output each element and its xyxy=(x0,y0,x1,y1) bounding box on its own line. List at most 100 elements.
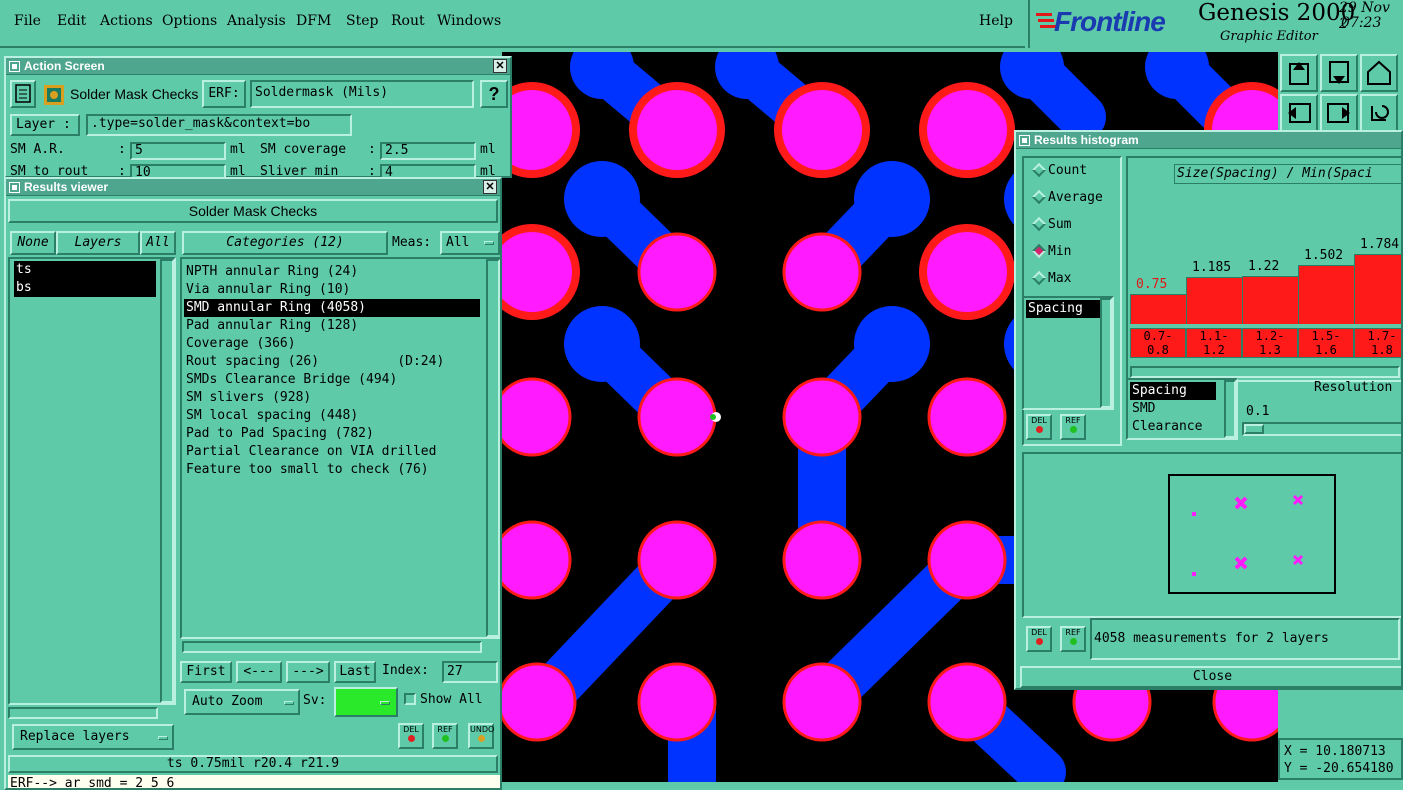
measure-item-spacing[interactable]: Spacing xyxy=(1026,300,1100,318)
menu-dfm[interactable]: DFM xyxy=(296,13,331,29)
category-item[interactable]: SM local spacing (448) xyxy=(184,407,480,425)
categories-hscroll[interactable] xyxy=(182,641,482,653)
results-viewer-titlebar[interactable]: Results viewer ✕ xyxy=(6,179,500,196)
document-icon xyxy=(15,84,31,103)
undo-button[interactable]: UNDO xyxy=(468,723,494,749)
menu-step[interactable]: Step xyxy=(346,13,378,29)
param-sm-ar-field[interactable]: 5 xyxy=(130,142,226,160)
sv-label: Sv: xyxy=(303,693,327,708)
close-button[interactable]: Close xyxy=(1020,666,1401,688)
hist-ref-button[interactable]: REF xyxy=(1060,414,1086,440)
replace-layers-dropdown[interactable]: Replace layers xyxy=(12,724,174,750)
categories-scrollbar[interactable] xyxy=(486,259,500,637)
histogram-bar[interactable] xyxy=(1130,294,1186,324)
histogram-bar[interactable] xyxy=(1354,254,1401,324)
attr-item-clearance[interactable]: Clearance xyxy=(1130,418,1202,436)
window-menu-icon[interactable] xyxy=(9,182,20,193)
menu-file[interactable]: File xyxy=(14,13,41,29)
del-button[interactable]: DEL xyxy=(398,723,424,749)
categories-button[interactable]: Categories (12) xyxy=(182,231,388,255)
hist-del-button[interactable]: DEL xyxy=(1026,414,1052,440)
meas-dropdown[interactable]: All xyxy=(440,231,500,255)
category-item[interactable]: SM slivers (928) xyxy=(184,389,480,407)
category-item[interactable]: Pad to Pad Spacing (782) xyxy=(184,425,480,443)
category-item[interactable]: SMD annular Ring (4058) xyxy=(184,299,480,317)
erf-field[interactable]: Soldermask (Mils) xyxy=(250,80,474,108)
prev-button[interactable]: <--- xyxy=(236,661,282,683)
erf-button[interactable]: ERF: xyxy=(202,80,246,108)
category-item[interactable]: Pad annular Ring (128) xyxy=(184,317,480,335)
menu-actions[interactable]: Actions xyxy=(100,13,153,29)
window-menu-icon[interactable] xyxy=(1019,135,1030,146)
nav-down-button[interactable] xyxy=(1320,54,1358,92)
param-sep: : xyxy=(368,142,376,157)
nav-up-button[interactable] xyxy=(1280,54,1318,92)
help-button[interactable]: ? xyxy=(480,80,508,108)
layer-button[interactable]: Layer : xyxy=(10,114,80,136)
nav-home-button[interactable] xyxy=(1360,54,1398,92)
mode-radio-max[interactable]: Max xyxy=(1030,268,1120,290)
action-screen-titlebar[interactable]: Action Screen ✕ xyxy=(6,58,510,75)
mode-radio-count[interactable]: Count xyxy=(1030,160,1120,182)
mode-radio-min[interactable]: Min xyxy=(1030,241,1120,263)
attr-item-spacing[interactable]: Spacing xyxy=(1130,382,1216,400)
nav-rotate-button[interactable] xyxy=(1360,94,1398,132)
next-button[interactable]: ---> xyxy=(286,661,330,683)
layers-list[interactable]: ts bs xyxy=(8,257,176,705)
close-icon[interactable]: ✕ xyxy=(483,180,497,194)
menu-rout[interactable]: Rout xyxy=(391,13,425,29)
category-item[interactable]: Rout spacing (26) (D:24) xyxy=(184,353,480,371)
menu-edit[interactable]: Edit xyxy=(57,13,86,29)
index-field[interactable]: 27 xyxy=(442,661,498,683)
histogram-bar[interactable] xyxy=(1242,276,1298,324)
ref-button[interactable]: REF xyxy=(432,723,458,749)
nav-left-button[interactable] xyxy=(1280,94,1318,132)
category-item[interactable]: NPTH annular Ring (24) xyxy=(184,263,480,281)
list-button[interactable] xyxy=(10,80,36,108)
category-item[interactable]: Partial Clearance on VIA drilled xyxy=(184,443,480,461)
close-icon[interactable]: ✕ xyxy=(493,59,507,73)
layer-field[interactable]: .type=solder_mask&context=bo xyxy=(86,114,352,136)
menu-options[interactable]: Options xyxy=(162,13,217,29)
none-button[interactable]: None xyxy=(10,231,56,255)
bin-label: 1.1- 1.2 xyxy=(1186,328,1242,358)
mode-radio-sum[interactable]: Sum xyxy=(1030,214,1120,236)
last-button[interactable]: Last xyxy=(334,661,376,683)
auto-zoom-dropdown[interactable]: Auto Zoom xyxy=(184,689,300,715)
param-sm-coverage-field[interactable]: 2.5 xyxy=(380,142,476,160)
layer-item-ts[interactable]: ts xyxy=(14,261,156,279)
menu-help[interactable]: Help xyxy=(979,13,1013,29)
show-all-checkbox[interactable] xyxy=(404,693,416,705)
layers-scrollbar[interactable] xyxy=(160,259,174,703)
nav-right-button[interactable] xyxy=(1320,94,1358,132)
attr-list[interactable]: Spacing SMD Clearance xyxy=(1126,378,1238,440)
measure-scrollbar[interactable] xyxy=(1100,298,1112,408)
sv-dropdown[interactable] xyxy=(334,687,398,717)
menu-analysis[interactable]: Analysis xyxy=(227,13,286,29)
category-item[interactable]: Via annular Ring (10) xyxy=(184,281,480,299)
categories-list[interactable]: NPTH annular Ring (24) Via annular Ring (… xyxy=(180,257,500,639)
menu-windows[interactable]: Windows xyxy=(437,13,501,29)
mode-radio-average[interactable]: Average xyxy=(1030,187,1120,209)
hist-del-button-2[interactable]: DEL xyxy=(1026,626,1052,652)
histogram-bar[interactable] xyxy=(1186,277,1242,324)
results-viewer-window: Results viewer ✕ Solder Mask Checks None… xyxy=(4,177,502,790)
layer-item-bs[interactable]: bs xyxy=(14,279,156,297)
hist-ref-button-2[interactable]: REF xyxy=(1060,626,1086,652)
category-item[interactable]: Feature too small to check (76) xyxy=(184,461,480,479)
histogram-titlebar[interactable]: Results histogram xyxy=(1016,132,1401,149)
category-item[interactable]: SMDs Clearance Bridge (494) xyxy=(184,371,480,389)
attr-item-smd[interactable]: SMD xyxy=(1130,400,1155,418)
attr-scrollbar[interactable] xyxy=(1224,380,1236,438)
all-button[interactable]: All xyxy=(140,231,176,255)
layers-button[interactable]: Layers xyxy=(56,231,140,255)
resolution-slider[interactable] xyxy=(1242,422,1401,436)
category-item[interactable]: Coverage (366) xyxy=(184,335,480,353)
chart-hscroll[interactable] xyxy=(1130,366,1400,378)
histogram-bar[interactable] xyxy=(1298,265,1354,324)
layers-hscroll[interactable] xyxy=(8,707,158,719)
slider-handle[interactable] xyxy=(1244,424,1264,434)
first-button[interactable]: First xyxy=(180,661,232,683)
window-menu-icon[interactable] xyxy=(9,61,20,72)
measure-list[interactable]: Spacing xyxy=(1022,296,1114,410)
